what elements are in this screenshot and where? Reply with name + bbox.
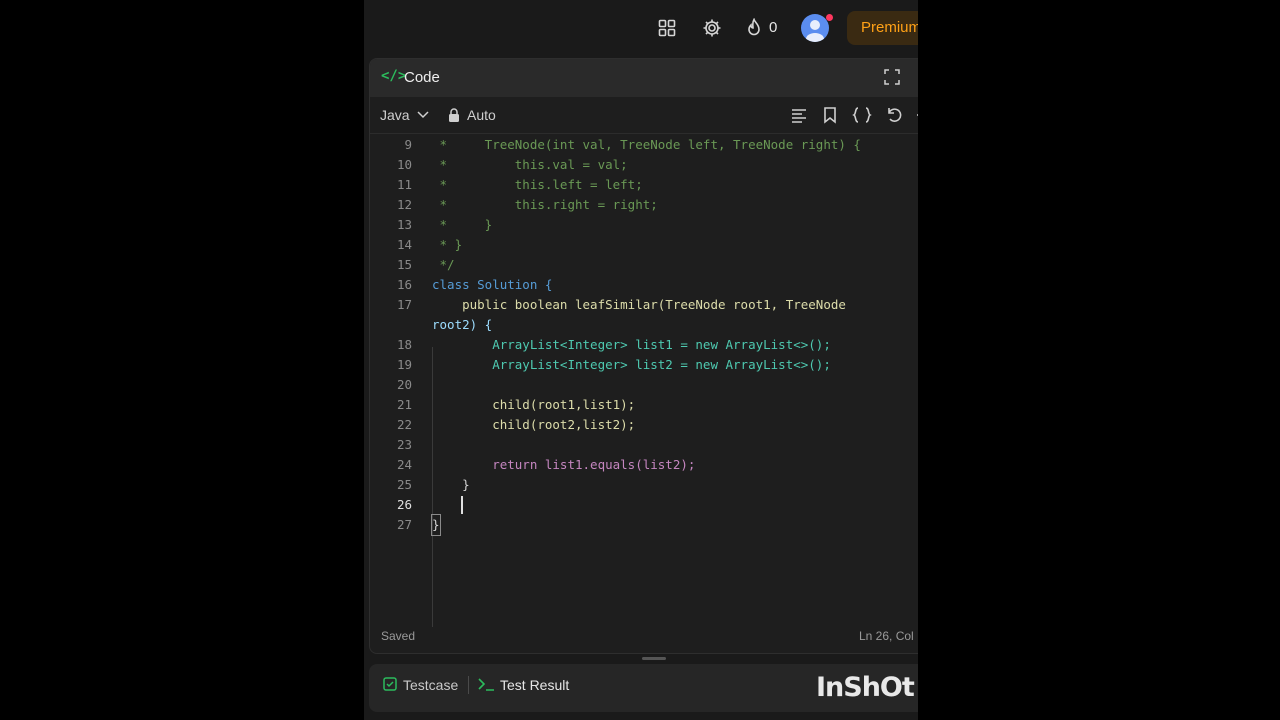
app-window: 0 Premium </> Code Java Auto 9 * TreeNod… [364,0,918,720]
code-editor[interactable]: 9 * TreeNode(int val, TreeNode left, Tre… [370,135,918,627]
tab-divider [468,676,469,694]
watermark-logo: InShOt [816,672,915,703]
code-line: 17 public boolean leafSimilar(TreeNode r… [396,297,846,312]
tab-testcase[interactable]: Testcase [403,677,458,693]
code-line-wrap: root2) { [432,317,493,332]
notification-dot [826,14,833,21]
code-line: 19 ArrayList<Integer> list2 = new ArrayL… [396,357,831,372]
code-line: 18 ArrayList<Integer> list1 = new ArrayL… [396,337,831,352]
chevron-down-icon[interactable] [417,109,429,119]
lock-icon [449,108,459,122]
bookmark-icon[interactable] [821,106,839,124]
code-line: 24 return list1.equals(list2); [396,457,696,472]
code-brackets-icon: </> [381,68,407,84]
more-options-icon[interactable] [915,106,918,124]
streak-count: 0 [769,19,778,36]
panel-title: Code [404,69,440,86]
code-line: 25 } [396,477,470,492]
curly-braces-icon[interactable] [852,106,872,124]
code-line: 27 } [370,514,918,536]
panel-header: </> Code [370,59,918,97]
avatar[interactable] [801,14,829,42]
premium-button[interactable]: Premium [847,11,918,45]
tab-test-result[interactable]: Test Result [500,677,569,693]
code-line: 16 class Solution { [396,277,553,292]
code-line: 14 * } [396,237,463,252]
terminal-icon[interactable] [477,676,495,692]
code-line: 23 [396,437,412,452]
status-bar: Saved Ln 26, Col [370,625,918,645]
code-line: 10 * this.val = val; [396,157,628,172]
code-line: 11 * this.left = left; [396,177,643,192]
code-line-active: 26 [396,497,412,512]
checkbox-icon[interactable] [383,677,397,691]
maximize-icon[interactable] [884,69,900,85]
settings-gear-icon[interactable] [701,17,723,39]
editor-toolbar: Java Auto [370,97,918,134]
code-panel: </> Code Java Auto 9 * TreeNode(int val,… [369,58,918,654]
auto-mode-label[interactable]: Auto [467,107,496,123]
code-line: 21 child(root1,list1); [396,397,636,412]
code-line: 9 * TreeNode(int val, TreeNode left, Tre… [404,137,861,152]
code-line: 12 * this.right = right; [396,197,658,212]
code-line: 15 */ [396,257,455,272]
text-caret [461,496,463,514]
cursor-position: Ln 26, Col [859,629,914,643]
layout-grid-icon[interactable] [656,17,678,39]
resize-handle[interactable] [642,657,666,660]
format-lines-icon[interactable] [790,106,808,124]
code-line: 22 child(root2,list2); [396,417,636,432]
streak-fire-icon[interactable] [743,17,765,39]
saved-status: Saved [381,629,416,643]
language-select[interactable]: Java [380,107,410,123]
code-line: 20 [396,377,412,392]
top-bar: 0 Premium [364,0,918,56]
code-line: 13 * } [396,217,493,232]
reset-undo-icon[interactable] [885,106,903,124]
